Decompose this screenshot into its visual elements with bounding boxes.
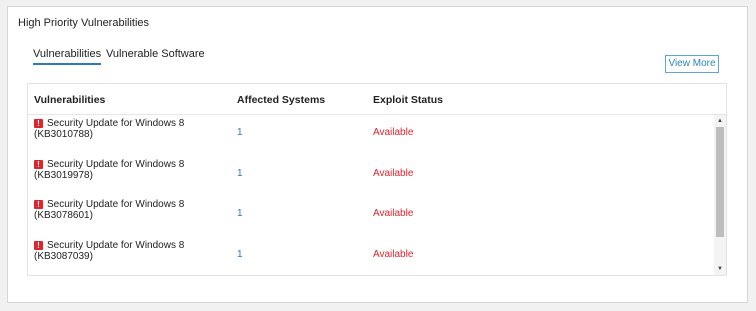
alert-icon: ! [34,119,43,128]
tab-vulnerable-software[interactable]: Vulnerable Software [106,48,205,63]
exploit-status: Available [373,127,414,138]
vulnerability-kb: (KB3087039) [34,251,93,262]
vulnerability-title: Security Update for Windows 8 [47,240,185,251]
affected-systems-link[interactable]: 1 [237,168,243,179]
card-title: High Priority Vulnerabilities [18,17,150,29]
column-header-vulnerabilities[interactable]: Vulnerabilities [34,94,105,106]
affected-systems-link[interactable]: 1 [237,249,243,260]
vulnerability-title: Security Update for Windows 8 [47,118,185,129]
table-row: ! Security Update for Windows 8 (KB307860… [28,196,714,237]
vulnerability-cell: ! Security Update for Windows 8 (KB301078… [34,118,184,140]
vulnerability-cell: ! Security Update for Windows 8 (KB307860… [34,199,184,221]
column-header-exploit-status[interactable]: Exploit Status [373,94,443,106]
affected-systems-link[interactable]: 1 [237,208,243,219]
view-more-button[interactable]: View More [665,55,719,73]
table-body: ! Security Update for Windows 8 (KB301078… [28,115,714,275]
column-header-affected-systems[interactable]: Affected Systems [237,94,325,106]
table-header: Vulnerabilities Affected Systems Exploit… [28,84,726,115]
vulnerability-kb: (KB3010788) [34,129,93,140]
alert-icon: ! [34,241,43,250]
vulnerability-cell: ! Security Update for Windows 8 (KB301997… [34,159,184,181]
table-row: ! Security Update for Windows 8 (KB301078… [28,115,714,156]
alert-icon: ! [34,160,43,169]
vulnerability-kb: (KB3019978) [34,170,93,181]
table-row: ! Security Update for Windows 8 (KB308703… [28,237,714,275]
scrollbar-thumb[interactable] [716,127,724,237]
vertical-scrollbar[interactable]: ▲ ▼ [714,115,726,275]
scroll-up-icon[interactable]: ▲ [714,116,726,126]
vulnerabilities-card: High Priority Vulnerabilities Vulnerabil… [7,6,748,303]
vulnerability-cell: ! Security Update for Windows 8 (KB308703… [34,240,184,262]
tab-vulnerabilities[interactable]: Vulnerabilities [33,48,102,65]
affected-systems-link[interactable]: 1 [237,127,243,138]
vulnerabilities-table: Vulnerabilities Affected Systems Exploit… [27,83,727,276]
vulnerability-kb: (KB3078601) [34,210,93,221]
exploit-status: Available [373,249,414,260]
exploit-status: Available [373,208,414,219]
vulnerability-title: Security Update for Windows 8 [47,159,185,170]
alert-icon: ! [34,200,43,209]
table-row: ! Security Update for Windows 8 (KB301997… [28,156,714,197]
vulnerability-title: Security Update for Windows 8 [47,199,185,210]
scroll-down-icon[interactable]: ▼ [714,264,726,274]
exploit-status: Available [373,168,414,179]
